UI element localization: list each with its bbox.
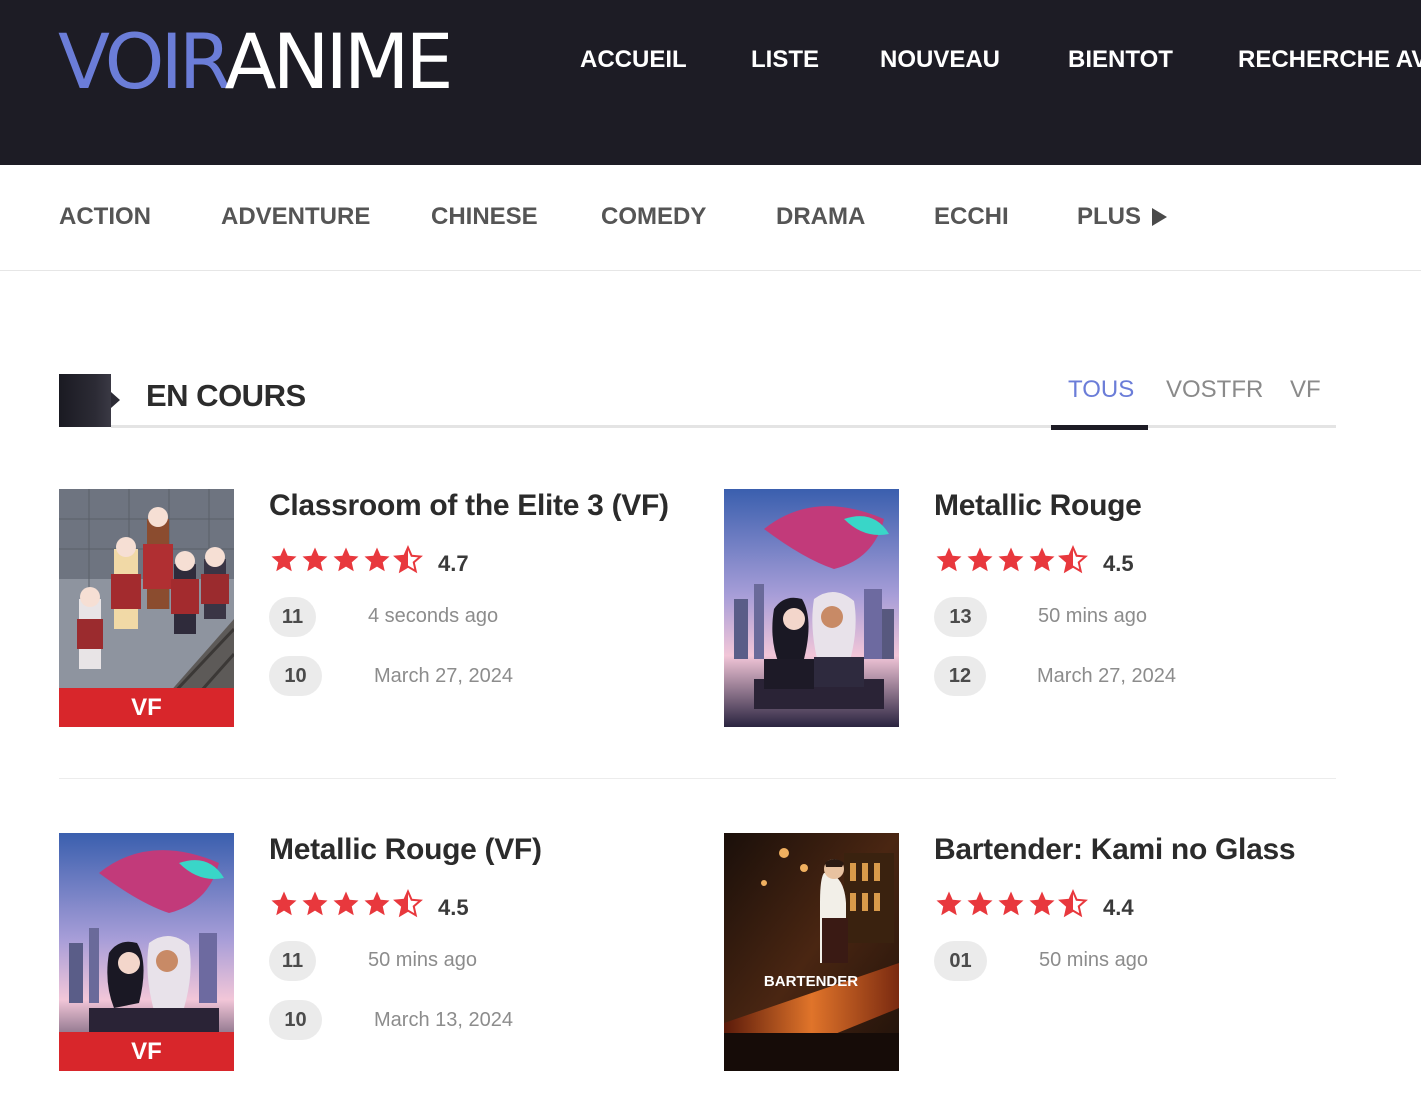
- rating-value: 4.4: [1103, 895, 1134, 920]
- nav-bientot[interactable]: BIENTOT: [1068, 46, 1173, 74]
- episode-number[interactable]: 11: [269, 597, 316, 637]
- star-half-icon: [1058, 889, 1088, 918]
- episode-number[interactable]: 10: [269, 656, 322, 696]
- rating-value: 4.5: [1103, 551, 1134, 576]
- star-full-icon: [271, 547, 297, 572]
- poster-image-metallic-rouge: [724, 489, 899, 727]
- tab-tous[interactable]: TOUS: [1068, 376, 1134, 404]
- episode-number[interactable]: 13: [934, 597, 987, 637]
- genre-drama[interactable]: DRAMA: [776, 203, 865, 231]
- star-full-icon: [302, 891, 328, 916]
- episode-number[interactable]: 12: [934, 656, 986, 696]
- nav-liste[interactable]: LISTE: [751, 46, 819, 74]
- row-divider: [59, 778, 1336, 779]
- episode-time: March 13, 2024: [374, 1009, 513, 1031]
- episode-time: 4 seconds ago: [368, 605, 499, 627]
- anime-card: BARTENDER Bartender: Kami no Glass 4.4 0…: [724, 833, 1364, 1073]
- episode-number[interactable]: 10: [269, 1000, 322, 1040]
- poster-title-text: BARTENDER: [764, 973, 858, 990]
- episode-number[interactable]: 01: [934, 941, 987, 981]
- genre-action[interactable]: ACTION: [59, 203, 151, 231]
- star-half-icon: [1058, 545, 1088, 574]
- episode-time: 50 mins ago: [368, 949, 477, 971]
- section-title: EN COURS: [146, 378, 306, 413]
- tab-vf[interactable]: VF: [1290, 376, 1321, 404]
- genre-chinese[interactable]: CHINESE: [431, 203, 538, 231]
- star-full-icon: [967, 547, 993, 572]
- main-nav: ACCUEIL LISTE NOUVEAU BIENTOT RECHERCHE …: [0, 46, 1421, 78]
- anime-title[interactable]: Classroom of the Elite 3 (VF): [269, 489, 669, 523]
- episode-time: 50 mins ago: [1038, 605, 1147, 627]
- star-full-icon: [333, 547, 359, 572]
- anime-poster[interactable]: [724, 489, 899, 727]
- tab-vostfr[interactable]: VOSTFR: [1166, 376, 1263, 404]
- nav-nouveau[interactable]: NOUVEAU: [880, 46, 1000, 74]
- star-full-icon: [936, 547, 962, 572]
- episode-time: 50 mins ago: [1039, 949, 1148, 971]
- section-marker-arrow: [111, 392, 120, 408]
- top-header: VOIRANIME ACCUEIL LISTE NOUVEAU BIENTOT …: [0, 0, 1421, 165]
- play-arrow-icon[interactable]: [1152, 208, 1167, 226]
- star-full-icon: [271, 891, 297, 916]
- anime-title[interactable]: Bartender: Kami no Glass: [934, 833, 1296, 867]
- star-full-icon: [364, 547, 390, 572]
- rating-value: 4.5: [438, 895, 469, 920]
- star-full-icon: [1029, 547, 1055, 572]
- active-tab-indicator: [1051, 425, 1148, 430]
- star-rating: [269, 888, 424, 920]
- rating-value: 4.7: [438, 551, 469, 576]
- vf-badge: VF: [59, 688, 234, 727]
- star-full-icon: [936, 891, 962, 916]
- anime-card: VF Classroom of the Elite 3 (VF) 4.7 11 …: [59, 489, 699, 729]
- star-full-icon: [333, 891, 359, 916]
- star-rating: [269, 544, 424, 576]
- anime-card: VF Metallic Rouge (VF) 4.5 11 50 mins ag…: [59, 833, 699, 1073]
- episode-time: March 27, 2024: [374, 665, 513, 687]
- section-divider: [111, 425, 1336, 428]
- genre-ecchi[interactable]: ECCHI: [934, 203, 1009, 231]
- anime-title[interactable]: Metallic Rouge (VF): [269, 833, 542, 867]
- anime-poster[interactable]: VF: [59, 489, 234, 727]
- star-full-icon: [302, 547, 328, 572]
- star-full-icon: [998, 547, 1024, 572]
- anime-title[interactable]: Metallic Rouge: [934, 489, 1142, 523]
- genre-comedy[interactable]: COMEDY: [601, 203, 706, 231]
- genre-adventure[interactable]: ADVENTURE: [221, 203, 370, 231]
- anime-card: Metallic Rouge 4.5 13 50 mins ago 12 Mar…: [724, 489, 1364, 729]
- genre-nav: ACTION ADVENTURE CHINESE COMEDY DRAMA EC…: [0, 165, 1421, 271]
- nav-accueil[interactable]: ACCUEIL: [580, 46, 687, 74]
- episode-time: March 27, 2024: [1037, 665, 1176, 687]
- star-rating: [934, 544, 1089, 576]
- star-full-icon: [967, 891, 993, 916]
- star-full-icon: [998, 891, 1024, 916]
- anime-poster[interactable]: BARTENDER: [724, 833, 899, 1071]
- star-half-icon: [393, 889, 423, 918]
- star-rating: [934, 888, 1089, 920]
- poster-image-bartender: BARTENDER: [724, 833, 899, 1071]
- star-half-icon: [393, 545, 423, 574]
- episode-number[interactable]: 11: [269, 941, 316, 981]
- nav-recherche-avancee[interactable]: RECHERCHE AV: [1238, 46, 1421, 74]
- genre-plus[interactable]: PLUS: [1077, 203, 1141, 231]
- vf-badge: VF: [59, 1032, 234, 1071]
- star-full-icon: [1029, 891, 1055, 916]
- star-full-icon: [364, 891, 390, 916]
- anime-poster[interactable]: VF: [59, 833, 234, 1071]
- section-marker: [59, 374, 111, 427]
